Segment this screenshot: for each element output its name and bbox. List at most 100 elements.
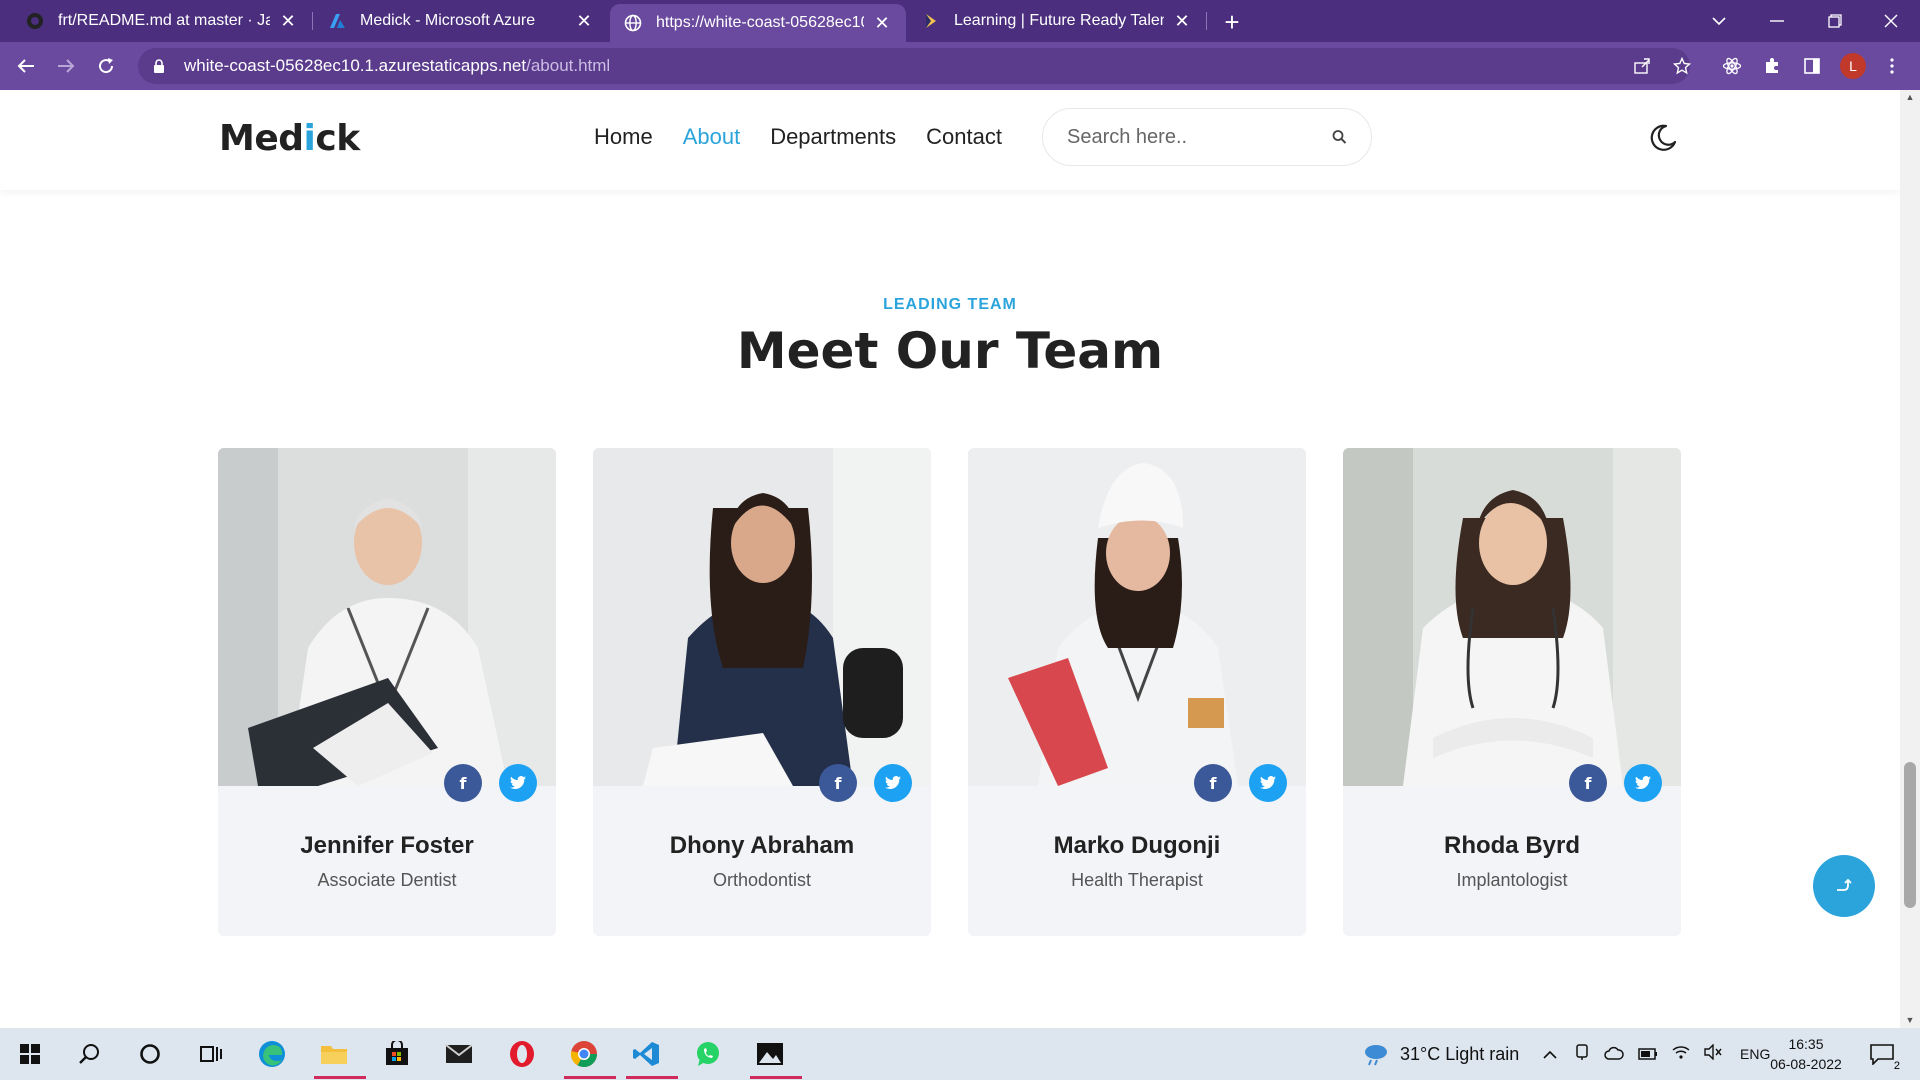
mail-icon[interactable]: [439, 1036, 479, 1072]
member-name: Jennifer Foster: [300, 832, 474, 859]
tab-search-chevron-icon[interactable]: [1690, 0, 1748, 42]
search-input[interactable]: [1067, 125, 1332, 149]
globe-icon: [624, 14, 642, 32]
tab-active-site[interactable]: https://white-coast-05628ec10.1 ✕: [610, 4, 906, 42]
tab-title: https://white-coast-05628ec10.1: [656, 14, 864, 31]
close-icon[interactable]: ✕: [574, 11, 594, 31]
opera-browser-icon[interactable]: [502, 1036, 542, 1072]
clock-date: 06-08-2022: [1770, 1056, 1842, 1072]
back-arrow-icon[interactable]: [10, 50, 42, 82]
restore-icon[interactable]: [1806, 0, 1864, 42]
battery-icon[interactable]: [1638, 1044, 1658, 1065]
facebook-icon[interactable]: f: [1569, 764, 1607, 802]
windows-taskbar: 31°C Light rain ENG 16:35 06-08-2022 2: [0, 1028, 1920, 1080]
search-icon[interactable]: [1332, 127, 1347, 147]
site-logo[interactable]: Medick: [219, 118, 360, 159]
weather-widget[interactable]: 31°C Light rain: [1362, 1028, 1519, 1080]
member-role: Health Therapist: [1071, 870, 1203, 890]
clock-time: 16:35: [1788, 1036, 1824, 1052]
task-view-icon[interactable]: [190, 1036, 230, 1072]
forward-arrow-icon[interactable]: [50, 50, 82, 82]
close-icon[interactable]: ✕: [278, 11, 298, 31]
windows-start-icon[interactable]: [10, 1036, 50, 1072]
taskbar-clock[interactable]: 16:35 06-08-2022: [1764, 1034, 1848, 1074]
address-bar[interactable]: white-coast-05628ec10.1.azurestaticapps.…: [138, 48, 1690, 84]
page-viewport: Medick Home About Departments Contact LE…: [0, 90, 1900, 1028]
github-icon: [26, 12, 44, 30]
notifications-icon[interactable]: 2: [1862, 1036, 1902, 1072]
site-header: Medick Home About Departments Contact: [0, 90, 1900, 190]
new-tab-plus-icon[interactable]: +: [1218, 7, 1246, 37]
kebab-menu-icon[interactable]: [1878, 52, 1906, 80]
wifi-icon[interactable]: [1672, 1044, 1690, 1065]
nav-home[interactable]: Home: [594, 124, 653, 150]
photos-app-icon[interactable]: [750, 1036, 802, 1079]
nav-about[interactable]: About: [683, 124, 741, 150]
team-card: f Marko Dugonji Health Therapist: [968, 448, 1306, 936]
meet-now-icon[interactable]: [1574, 1043, 1590, 1066]
logo-text-prefix: Med: [219, 118, 304, 159]
close-icon[interactable]: ✕: [872, 13, 892, 33]
bookmark-star-icon[interactable]: [1668, 52, 1696, 80]
volume-muted-icon[interactable]: [1704, 1042, 1722, 1065]
reload-icon[interactable]: [90, 50, 122, 82]
tab-github-readme[interactable]: frt/README.md at master · Jayala ✕: [12, 0, 312, 42]
browser-toolbar: white-coast-05628ec10.1.azurestaticapps.…: [0, 42, 1920, 90]
team-member-photo: [218, 448, 556, 786]
logo-text-suffix: ck: [315, 118, 360, 159]
facebook-icon[interactable]: f: [1194, 764, 1232, 802]
onedrive-cloud-icon[interactable]: [1604, 1044, 1624, 1065]
section-heading: Meet Our Team: [736, 322, 1164, 380]
tab-azure[interactable]: Medick - Microsoft Azure ✕: [314, 0, 608, 42]
scroll-down-arrow-icon[interactable]: ▼: [1905, 1015, 1915, 1025]
team-card: f Jennifer Foster Associate Dentist: [218, 448, 556, 936]
share-icon[interactable]: [1628, 52, 1656, 80]
twitter-icon[interactable]: [1624, 764, 1662, 802]
facebook-icon[interactable]: f: [819, 764, 857, 802]
team-card: f Dhony Abraham Orthodontist: [593, 448, 931, 936]
profile-avatar[interactable]: L: [1840, 53, 1866, 79]
microsoft-store-icon[interactable]: [377, 1036, 417, 1072]
scroll-up-arrow-icon[interactable]: ▲: [1905, 92, 1915, 102]
dark-mode-moon-icon[interactable]: [1648, 123, 1678, 153]
twitter-icon[interactable]: [499, 764, 537, 802]
member-name: Rhoda Byrd: [1443, 832, 1580, 859]
arrow-up-icon: [1837, 878, 1852, 891]
tab-title: frt/README.md at master · Jayala: [58, 12, 270, 29]
side-panel-icon[interactable]: [1798, 52, 1826, 80]
cortana-circle-icon[interactable]: [130, 1036, 170, 1072]
twitter-icon[interactable]: [1249, 764, 1287, 802]
weather-text: 31°C Light rain: [1400, 1043, 1520, 1064]
system-tray-icons: ENG: [1542, 1028, 1770, 1080]
scrollbar-thumb[interactable]: [1904, 762, 1916, 908]
member-role: Implantologist: [1456, 870, 1568, 890]
file-explorer-icon[interactable]: [314, 1036, 366, 1079]
url-path: /about.html: [526, 56, 611, 75]
scroll-to-top-button[interactable]: [1813, 855, 1875, 917]
react-extension-icon[interactable]: [1718, 52, 1746, 80]
active-app-indicator: [314, 1076, 366, 1079]
minimize-icon[interactable]: [1748, 0, 1806, 42]
window-close-icon[interactable]: [1862, 0, 1920, 42]
rain-cloud-icon: [1365, 1045, 1387, 1066]
edge-browser-icon[interactable]: [252, 1036, 292, 1072]
close-icon[interactable]: ✕: [1172, 11, 1192, 31]
team-member-photo: [593, 448, 931, 786]
nav-contact[interactable]: Contact: [926, 124, 1002, 150]
search-icon[interactable]: [70, 1036, 110, 1072]
lock-icon[interactable]: [152, 59, 166, 73]
page-scrollbar[interactable]: ▲ ▼: [1900, 90, 1920, 1028]
show-hidden-icons-chevron-icon[interactable]: [1542, 1044, 1558, 1065]
twitter-icon[interactable]: [874, 764, 912, 802]
member-role: Orthodontist: [712, 870, 812, 890]
facebook-icon[interactable]: f: [444, 764, 482, 802]
tab-learning[interactable]: Learning | Future Ready Talent ✕: [908, 0, 1206, 42]
tab-separator: [1206, 12, 1207, 30]
chrome-browser-icon[interactable]: [564, 1036, 616, 1079]
active-app-indicator: [564, 1076, 616, 1079]
whatsapp-icon[interactable]: [688, 1036, 728, 1072]
nav-departments[interactable]: Departments: [770, 124, 896, 150]
vscode-icon[interactable]: [626, 1036, 678, 1079]
learning-icon: [922, 12, 940, 30]
extensions-puzzle-icon[interactable]: [1758, 52, 1786, 80]
